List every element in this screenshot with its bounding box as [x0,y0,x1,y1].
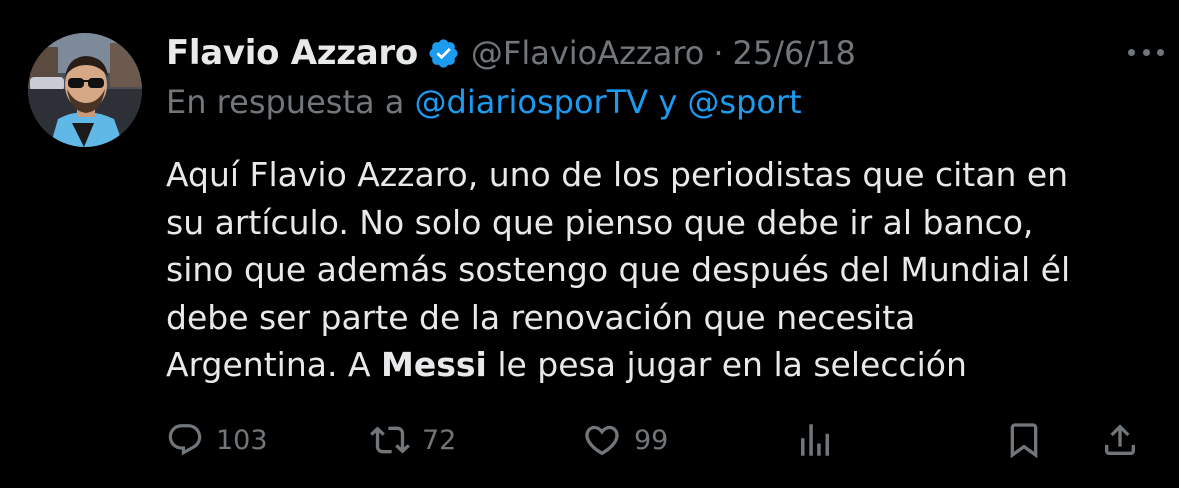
tweet-text-line: sino que además sostengo que después del… [166,250,1071,289]
dot [1142,48,1150,56]
reply-button[interactable]: 103 [166,410,268,470]
tweet-text-line: debe ser parte de la renovación que nece… [166,297,916,337]
verified-badge-icon [427,37,460,70]
heart-icon [582,420,622,460]
dot [1128,48,1135,56]
tweet-date[interactable]: 25/6/18 [733,34,856,72]
bookmark-button[interactable] [1004,410,1044,470]
dot [1157,48,1164,56]
tweet: Flavio Azzaro @FlavioAzzaro · 25/6/18 En… [0,0,1179,488]
retweet-icon [370,420,410,460]
retweet-count: 72 [422,424,457,456]
reply-conjunction: y [658,83,678,121]
mention-diariosportv[interactable]: @diariosporTV [415,83,649,121]
share-button[interactable] [1100,410,1140,470]
share-icon [1100,420,1140,460]
bookmark-icon [1004,420,1044,460]
reply-context: En respuesta a @diariosporTV y @sport [166,83,802,121]
avatar[interactable] [28,33,142,147]
tweet-text-segment: le pesa jugar en la selección [486,345,967,384]
reply-count: 103 [216,424,268,456]
like-count: 99 [634,424,669,456]
more-options-icon[interactable] [1128,46,1164,58]
reply-prefix: En respuesta a [166,83,405,121]
action-bar: 103 72 99 [0,410,1179,470]
like-button[interactable]: 99 [582,410,668,470]
mention-sport[interactable]: @sport [687,83,801,121]
tweet-text-line: Argentina. A Messi le pesa jugar en la s… [166,341,1156,389]
tweet-text-segment: Argentina. A [166,345,382,384]
tweet-text-line: Aquí Flavio Azzaro, uno de los periodist… [166,155,1069,194]
retweet-button[interactable]: 72 [370,410,456,470]
display-name[interactable]: Flavio Azzaro [166,33,418,73]
views-chart-icon [794,419,836,461]
tweet-text: Aquí Flavio Azzaro, uno de los periodist… [166,151,1156,389]
tweet-header: Flavio Azzaro @FlavioAzzaro · 25/6/18 [166,28,856,78]
reply-icon [166,421,204,459]
tweet-text-bold: Messi [381,345,487,384]
separator-dot: · [713,34,724,72]
user-handle[interactable]: @FlavioAzzaro [471,34,704,72]
views-button[interactable] [794,410,836,470]
tweet-text-line: su artículo. No solo que pienso que debe… [166,202,1034,242]
